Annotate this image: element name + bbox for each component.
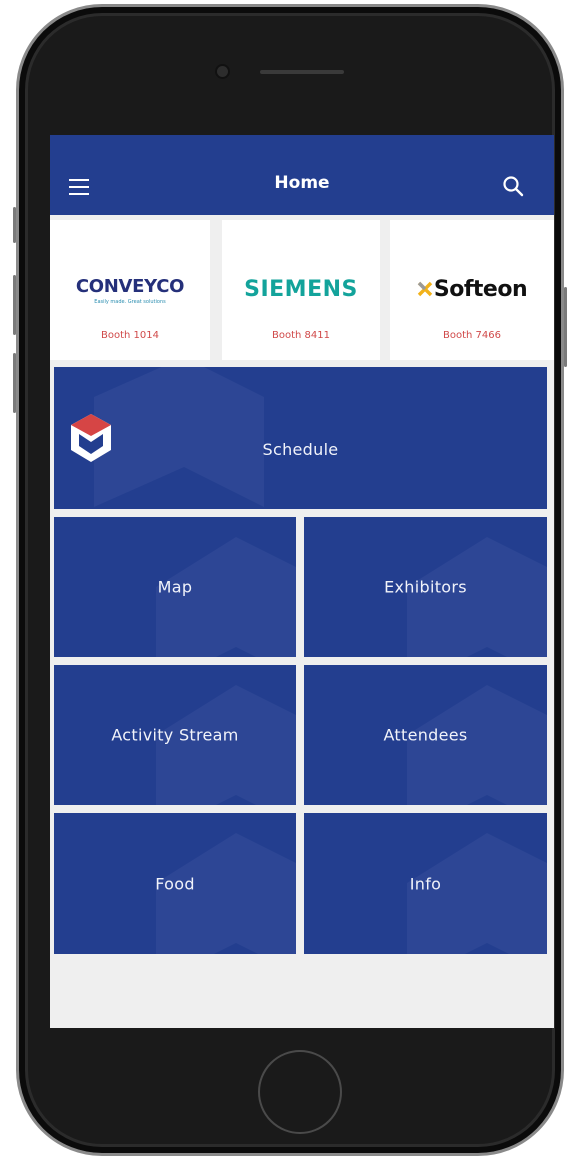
- softeon-x-icon: [417, 281, 433, 297]
- volume-up-button: [13, 275, 16, 335]
- sponsor-card-conveyco[interactable]: CONVEYCO Easily made. Great solutions Bo…: [50, 220, 210, 360]
- sponsor-card-softeon[interactable]: Softeon Booth 7466: [390, 220, 554, 360]
- sponsor-tagline: Easily made. Great solutions: [94, 299, 166, 305]
- tile-label: Activity Stream: [111, 725, 239, 745]
- tile-label: Attendees: [383, 725, 468, 745]
- home-button[interactable]: [258, 1050, 342, 1134]
- booth-number: Booth 8411: [272, 330, 330, 341]
- volume-down-button: [13, 353, 16, 413]
- front-camera: [217, 66, 228, 77]
- app-screen: Home CONVEYCO Easily made. Great solutio…: [50, 135, 554, 1028]
- background-pattern: [94, 367, 264, 507]
- tile-label: Info: [409, 874, 442, 893]
- sponsor-name: SIEMENS: [244, 277, 358, 302]
- page-title: Home: [274, 173, 330, 193]
- tile-label: Food: [155, 874, 195, 893]
- tile-activity-stream[interactable]: Activity Stream: [54, 665, 296, 805]
- tile-label: Schedule: [262, 440, 339, 459]
- tile-exhibitors[interactable]: Exhibitors: [304, 517, 547, 657]
- sponsor-card-siemens[interactable]: SIEMENS Booth 8411: [222, 220, 380, 360]
- booth-number: Booth 7466: [443, 330, 501, 341]
- search-icon[interactable]: [502, 175, 524, 197]
- tile-food[interactable]: Food: [54, 813, 296, 954]
- silent-switch: [13, 207, 16, 243]
- sponsor-strip: CONVEYCO Easily made. Great solutions Bo…: [50, 220, 554, 360]
- power-button: [564, 287, 567, 367]
- sponsor-name-row: Softeon: [390, 277, 554, 302]
- sponsor-name: CONVEYCO: [75, 276, 185, 297]
- tile-info[interactable]: Info: [304, 813, 547, 954]
- booth-number: Booth 1014: [101, 330, 159, 341]
- tile-map[interactable]: Map: [54, 517, 296, 657]
- tile-label: Exhibitors: [384, 577, 467, 597]
- tile-label: Map: [157, 577, 193, 597]
- app-bar: Home: [50, 135, 554, 215]
- tile-attendees[interactable]: Attendees: [304, 665, 547, 805]
- tile-schedule[interactable]: Schedule: [54, 367, 547, 509]
- sponsor-name: Softeon: [433, 277, 528, 302]
- earpiece-speaker: [260, 70, 344, 74]
